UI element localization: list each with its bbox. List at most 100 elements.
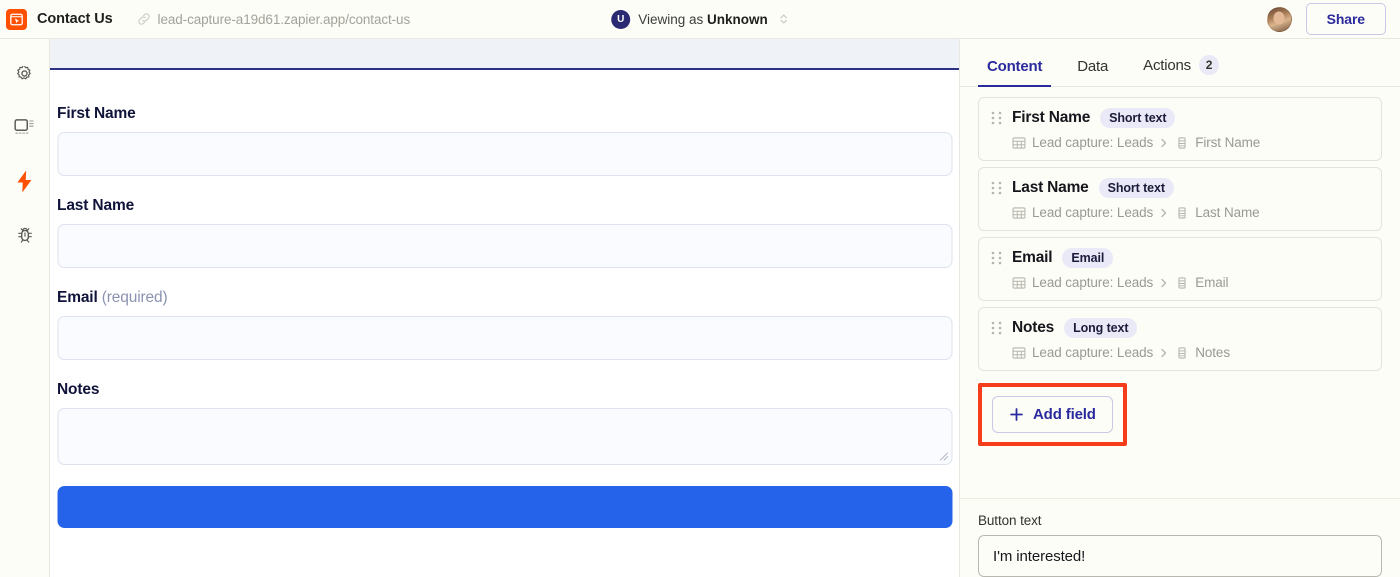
sidebar-item-actions[interactable]	[11, 167, 39, 195]
plus-icon	[1010, 408, 1023, 421]
source-table-name: Lead capture: Leads	[1032, 205, 1154, 220]
share-button[interactable]: Share	[1305, 3, 1386, 35]
sidebar-item-settings[interactable]	[11, 59, 39, 87]
viewing-as-label: Viewing as Unknown	[638, 12, 768, 27]
panel-content-scroll: First Name Short text Lead capture: Lead…	[960, 87, 1400, 498]
resize-handle-icon[interactable]	[939, 452, 948, 461]
viewing-as-prefix: Viewing as	[638, 11, 704, 27]
sidebar-item-debug[interactable]	[11, 221, 39, 249]
form-field-last-name: Last Name	[57, 197, 952, 268]
field-card-title: Notes	[1012, 319, 1055, 336]
button-text-section: Button text I'm interested!	[960, 498, 1400, 577]
sidebar-item-layout[interactable]	[11, 113, 39, 141]
button-text-label: Button text	[978, 513, 1042, 528]
field-card-source: Lead capture: Leads Last Name	[991, 205, 1369, 220]
form-canvas: Form First Name Last Name Email (require…	[50, 39, 959, 577]
required-note: (required)	[101, 289, 168, 306]
right-panel: Content Data Actions 2 First Name Short …	[959, 39, 1400, 577]
chevron-right-icon	[1161, 278, 1167, 287]
lightning-bolt-icon	[17, 170, 32, 192]
field-type-badge: Long text	[1064, 318, 1138, 338]
tab-actions[interactable]: Actions 2	[1134, 55, 1228, 86]
field-card-header: Notes Long text	[991, 318, 1369, 338]
source-column-name: Last Name	[1195, 205, 1260, 220]
field-card-title: First Name	[1012, 109, 1091, 126]
form-preview-wrapper: Form First Name Last Name Email (require…	[50, 68, 959, 577]
app-header: Contact Us lead-capture-a19d61.zapier.ap…	[0, 0, 1400, 39]
form-field-label-text: Email	[57, 289, 98, 306]
form-field-notes: Notes	[57, 381, 952, 465]
tab-content[interactable]: Content	[978, 58, 1052, 87]
chevron-right-icon	[1161, 208, 1167, 217]
column-icon	[1178, 136, 1186, 149]
panel-tabs: Content Data Actions 2	[960, 39, 1400, 87]
button-text-input[interactable]: I'm interested!	[978, 535, 1382, 577]
drag-handle-icon[interactable]	[991, 180, 1002, 196]
chevron-right-icon	[1161, 138, 1167, 147]
table-icon	[1012, 136, 1026, 149]
page-url-text: lead-capture-a19d61.zapier.app/contact-u…	[157, 11, 411, 27]
field-card-source: Lead capture: Leads First Name	[991, 135, 1369, 150]
zapier-interfaces-logo-icon[interactable]	[6, 8, 27, 30]
viewer-avatar: U	[611, 9, 631, 29]
tab-actions-badge: 2	[1198, 55, 1219, 75]
field-card-header: Email Email	[991, 248, 1369, 268]
last-name-input[interactable]	[57, 224, 952, 268]
page-url-group[interactable]: lead-capture-a19d61.zapier.app/contact-u…	[137, 11, 411, 27]
tab-data[interactable]: Data	[1068, 58, 1117, 86]
app-root: Contact Us lead-capture-a19d61.zapier.ap…	[0, 0, 1400, 577]
source-table-name: Lead capture: Leads	[1032, 345, 1154, 360]
field-card-header: Last Name Short text	[991, 178, 1369, 198]
field-card-title: Email	[1012, 249, 1053, 266]
add-field-button[interactable]: Add field	[992, 396, 1113, 433]
tab-label: Data	[1077, 58, 1109, 75]
add-field-label: Add field	[1033, 406, 1096, 423]
field-type-badge: Email	[1062, 248, 1114, 268]
drag-handle-icon[interactable]	[991, 320, 1002, 336]
form-body: First Name Last Name Email (required) No…	[50, 70, 959, 528]
email-input[interactable]	[57, 316, 952, 360]
field-card-last-name[interactable]: Last Name Short text Lead capture: Leads	[978, 167, 1382, 231]
account-avatar[interactable]	[1266, 6, 1292, 32]
first-name-input[interactable]	[57, 132, 952, 176]
field-card-source: Lead capture: Leads Notes	[991, 345, 1369, 360]
header-right-group: Share	[1266, 3, 1400, 35]
page-title: Contact Us	[37, 11, 113, 27]
bug-icon	[17, 227, 32, 243]
form-field-label: Notes	[57, 381, 952, 399]
tab-label: Content	[987, 58, 1043, 75]
table-icon	[1012, 206, 1026, 219]
layout-icon	[14, 118, 34, 134]
header-left-group: Contact Us lead-capture-a19d61.zapier.ap…	[0, 8, 411, 30]
viewing-as-value: Unknown	[707, 11, 768, 27]
app-body: Form First Name Last Name Email (require…	[0, 39, 1400, 577]
add-field-highlight-box: Add field	[978, 383, 1127, 446]
field-card-title: Last Name	[1012, 179, 1089, 196]
form-selection-outline[interactable]: Form First Name Last Name Email (require…	[50, 68, 959, 577]
left-rail	[0, 39, 50, 577]
form-field-first-name: First Name	[57, 105, 952, 176]
source-column-name: Notes	[1195, 345, 1230, 360]
column-icon	[1178, 276, 1186, 289]
field-card-source: Lead capture: Leads Email	[991, 275, 1369, 290]
form-submit-button[interactable]	[57, 486, 952, 528]
form-field-label-text: Last Name	[57, 197, 135, 214]
form-field-label: First Name	[57, 105, 952, 123]
form-field-email: Email (required)	[57, 289, 952, 360]
drag-handle-icon[interactable]	[991, 250, 1002, 266]
gear-icon	[17, 65, 31, 79]
column-icon	[1178, 346, 1186, 359]
form-field-label-text: First Name	[57, 105, 136, 122]
source-column-name: First Name	[1195, 135, 1261, 150]
notes-textarea[interactable]	[57, 408, 952, 465]
field-card-notes[interactable]: Notes Long text Lead capture: Leads Note…	[978, 307, 1382, 371]
form-field-label: Last Name	[57, 197, 952, 215]
tab-label: Actions	[1143, 56, 1191, 74]
drag-handle-icon[interactable]	[991, 110, 1002, 126]
source-table-name: Lead capture: Leads	[1032, 135, 1154, 150]
column-icon	[1178, 206, 1186, 219]
field-card-first-name[interactable]: First Name Short text Lead capture: Lead…	[978, 97, 1382, 161]
field-card-email[interactable]: Email Email Lead capture: Leads Email	[978, 237, 1382, 301]
viewing-as-control[interactable]: U Viewing as Unknown	[611, 9, 789, 29]
link-icon	[137, 13, 150, 25]
